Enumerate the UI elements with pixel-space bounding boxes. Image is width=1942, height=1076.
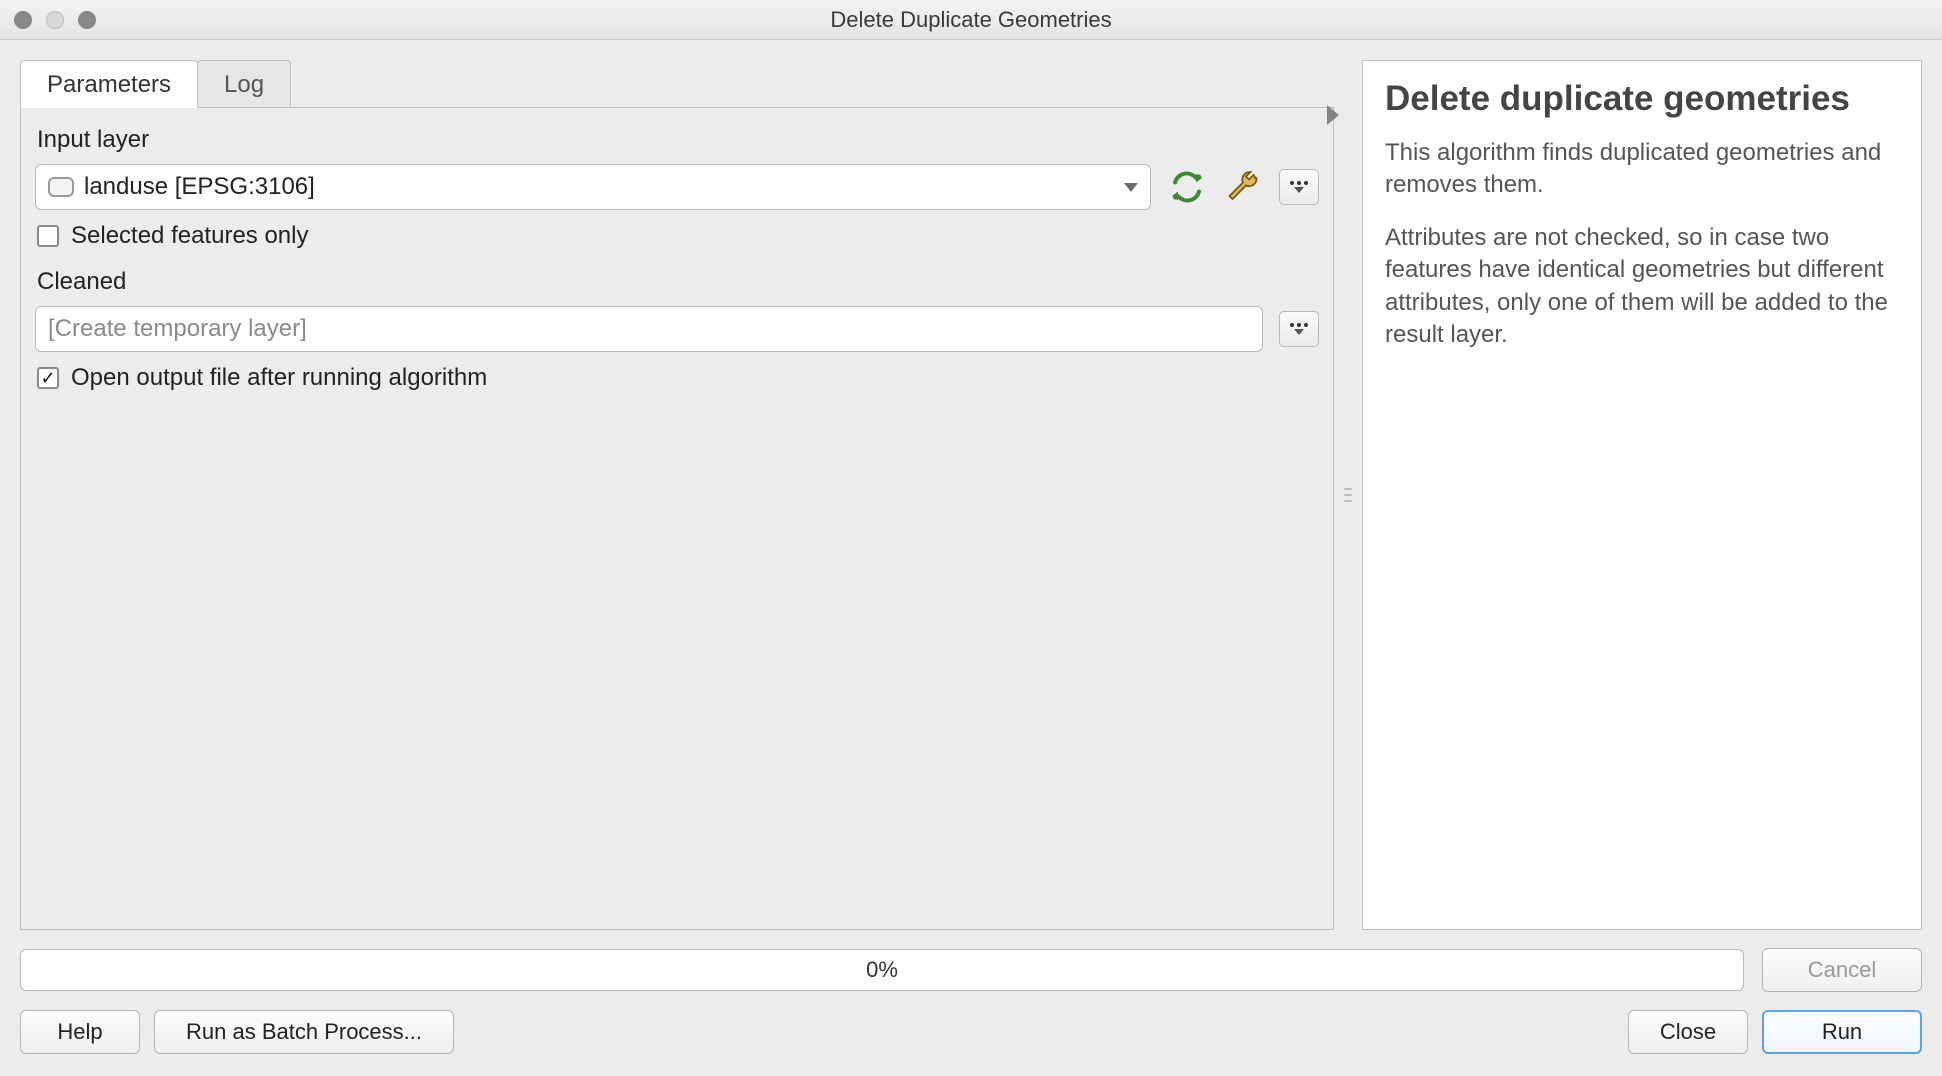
run-batch-button[interactable]: Run as Batch Process... [154,1010,454,1054]
help-title: Delete duplicate geometries [1385,79,1899,119]
titlebar: Delete Duplicate Geometries [0,0,1942,40]
zoom-window-button[interactable] [78,11,96,29]
chevron-down-icon [1294,329,1304,335]
tab-parameters[interactable]: Parameters [20,60,198,108]
chevron-down-icon [1294,187,1304,193]
input-layer-combo[interactable]: landuse [EPSG:3106] [35,164,1151,210]
selected-features-only-checkbox[interactable] [37,225,59,247]
polygon-layer-icon [48,177,74,197]
ellipsis-icon [1290,323,1308,327]
help-paragraph-1: This algorithm finds duplicated geometri… [1385,137,1899,202]
cleaned-output-input[interactable]: [Create temporary layer] [35,306,1263,352]
selected-features-only-label: Selected features only [71,222,308,250]
parameters-panel: Input layer landuse [EPSG:3106] [20,107,1334,930]
tab-log[interactable]: Log [197,60,291,108]
recycle-arrows-icon [1169,169,1205,205]
minimize-window-button[interactable] [46,11,64,29]
run-button[interactable]: Run [1762,1010,1922,1054]
tab-bar: Parameters Log [20,60,1334,108]
open-output-checkbox[interactable] [37,367,59,389]
advanced-options-button[interactable] [1223,167,1263,207]
help-panel: Delete duplicate geometries This algorit… [1362,60,1922,930]
close-button[interactable]: Close [1628,1010,1748,1054]
chevron-down-icon [1124,183,1138,192]
help-collapse-icon[interactable] [1327,105,1339,125]
window-title: Delete Duplicate Geometries [0,7,1942,33]
cleaned-output-browse-button[interactable] [1279,311,1319,347]
input-layer-label: Input layer [37,126,1319,154]
help-paragraph-2: Attributes are not checked, so in case t… [1385,222,1899,352]
cleaned-output-placeholder: [Create temporary layer] [48,315,307,343]
progress-text: 0% [866,957,898,983]
input-layer-browse-button[interactable] [1279,169,1319,205]
window-controls [14,11,96,29]
ellipsis-icon [1290,181,1308,185]
close-window-button[interactable] [14,11,32,29]
cancel-button[interactable]: Cancel [1762,948,1922,992]
help-button[interactable]: Help [20,1010,140,1054]
progress-bar: 0% [20,949,1744,991]
splitter-handle[interactable] [1344,475,1352,515]
wrench-icon [1225,169,1261,205]
open-output-label: Open output file after running algorithm [71,364,487,392]
iterate-features-button[interactable] [1167,167,1207,207]
cleaned-label: Cleaned [37,268,1319,296]
input-layer-value: landuse [EPSG:3106] [84,173,315,201]
